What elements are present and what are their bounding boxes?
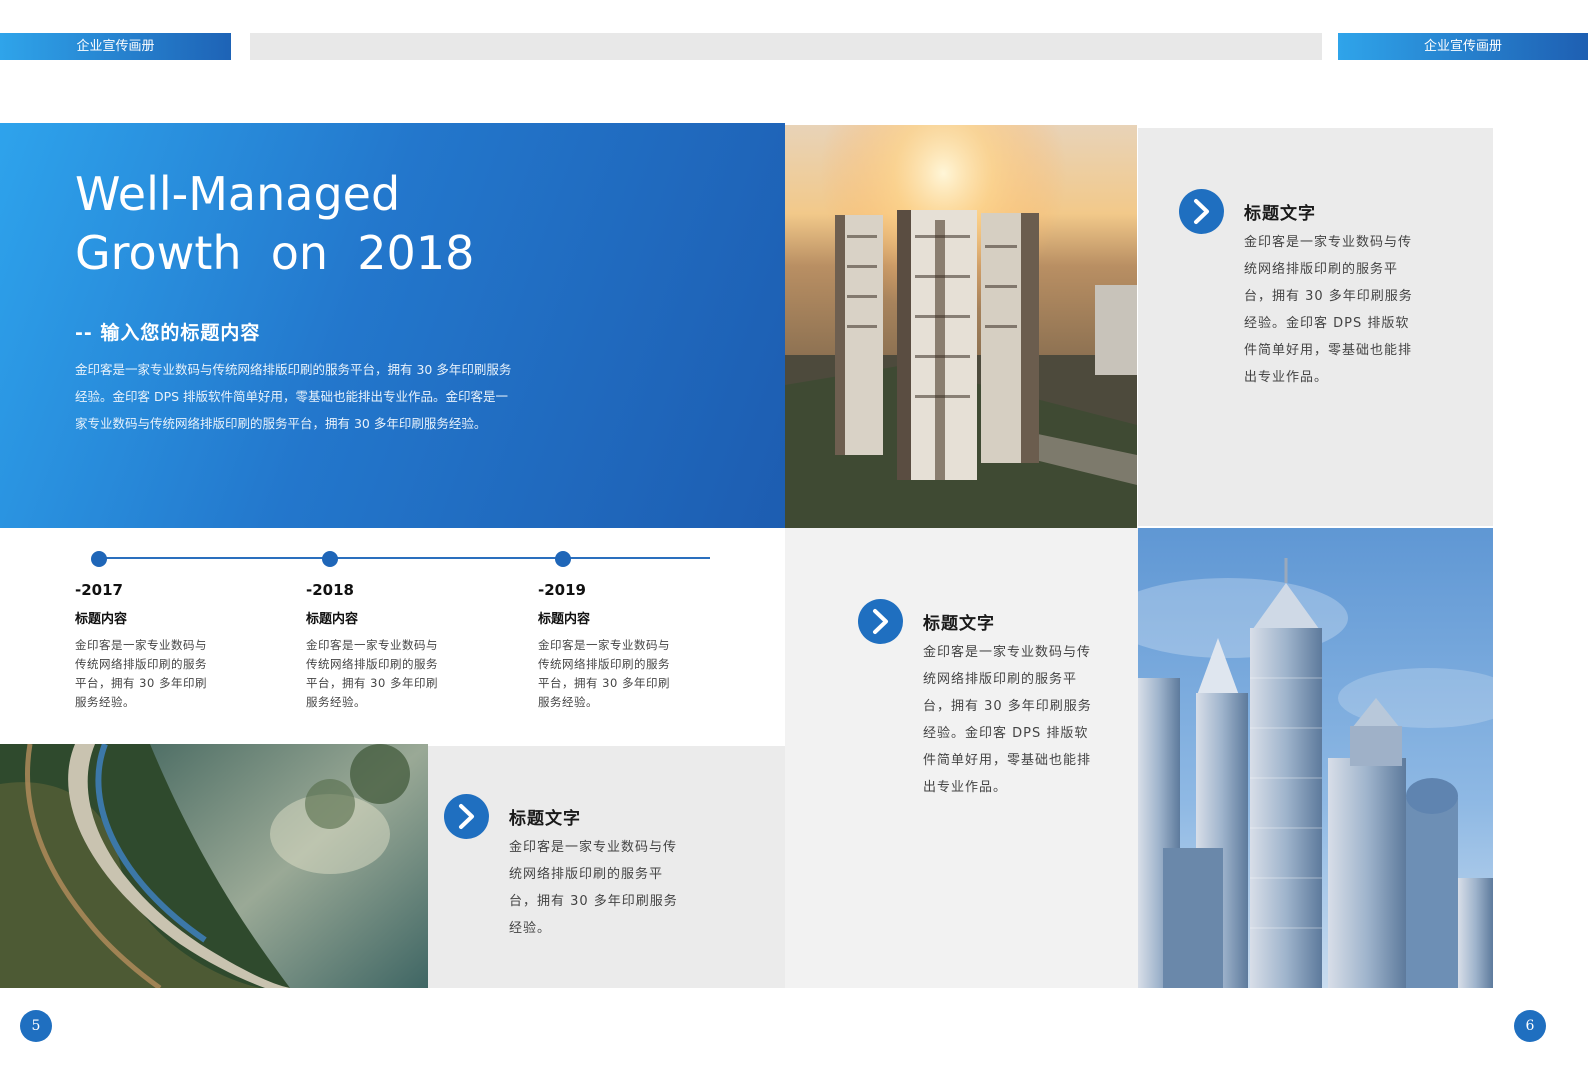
hero-title-line2: Growth on 2018 xyxy=(75,226,475,280)
photo-bridge-river xyxy=(0,744,428,988)
timeline-dot xyxy=(91,551,107,567)
hero-body-text: 金印客是一家专业数码与传统网络排版印刷的服务平台，拥有 30 多年印刷服务经验。… xyxy=(75,362,512,431)
card-bottom-body: 金印客是一家专业数码与传统网络排版印刷的服务平台，拥有 30 多年印刷服务经验。 xyxy=(509,840,678,936)
header-right-tab: 企业宣传画册 xyxy=(1338,33,1588,60)
timeline-heading: 标题内容 xyxy=(538,612,591,627)
chevron-right-icon xyxy=(444,794,489,839)
timeline-year: -2017 xyxy=(75,581,123,599)
card-middle-title: 标题文字 xyxy=(923,614,995,634)
card-middle-body: 金印客是一家专业数码与传统网络排版印刷的服务平台，拥有 30 多年印刷服务经验。… xyxy=(923,645,1092,795)
page-number-left: 5 xyxy=(20,1010,52,1042)
card-top-right-title: 标题文字 xyxy=(1244,204,1316,224)
timeline-body: 金印客是一家专业数码与传统网络排版印刷的服务平台，拥有 30 多年印刷服务经验。 xyxy=(538,638,670,709)
timeline-line xyxy=(98,557,710,559)
timeline-year: -2019 xyxy=(538,581,586,599)
card-top-right-body: 金印客是一家专业数码与传统网络排版印刷的服务平台，拥有 30 多年印刷服务经验。… xyxy=(1244,235,1413,385)
header-divider-bar xyxy=(250,33,1322,60)
timeline-year: -2018 xyxy=(306,581,354,599)
hero-subtitle: -- 输入您的标题内容 xyxy=(75,322,261,344)
chevron-right-icon xyxy=(1179,189,1224,234)
timeline-dot xyxy=(555,551,571,567)
timeline-body: 金印客是一家专业数码与传统网络排版印刷的服务平台，拥有 30 多年印刷服务经验。 xyxy=(75,638,207,709)
chevron-right-icon xyxy=(858,599,903,644)
timeline-dot xyxy=(322,551,338,567)
timeline-heading: 标题内容 xyxy=(75,612,128,627)
hero-title: Well-Managed Growth on 2018 xyxy=(75,165,675,283)
timeline-body: 金印客是一家专业数码与传统网络排版印刷的服务平台，拥有 30 多年印刷服务经验。 xyxy=(306,638,438,709)
page-number-right: 6 xyxy=(1514,1010,1546,1042)
photo-skyscrapers xyxy=(1138,528,1493,988)
header-left-tab: 企业宣传画册 xyxy=(0,33,231,60)
card-bottom-title: 标题文字 xyxy=(509,809,581,829)
photo-sunset-towers xyxy=(785,125,1137,528)
hero-title-line1: Well-Managed xyxy=(75,167,401,221)
timeline-heading: 标题内容 xyxy=(306,612,359,627)
